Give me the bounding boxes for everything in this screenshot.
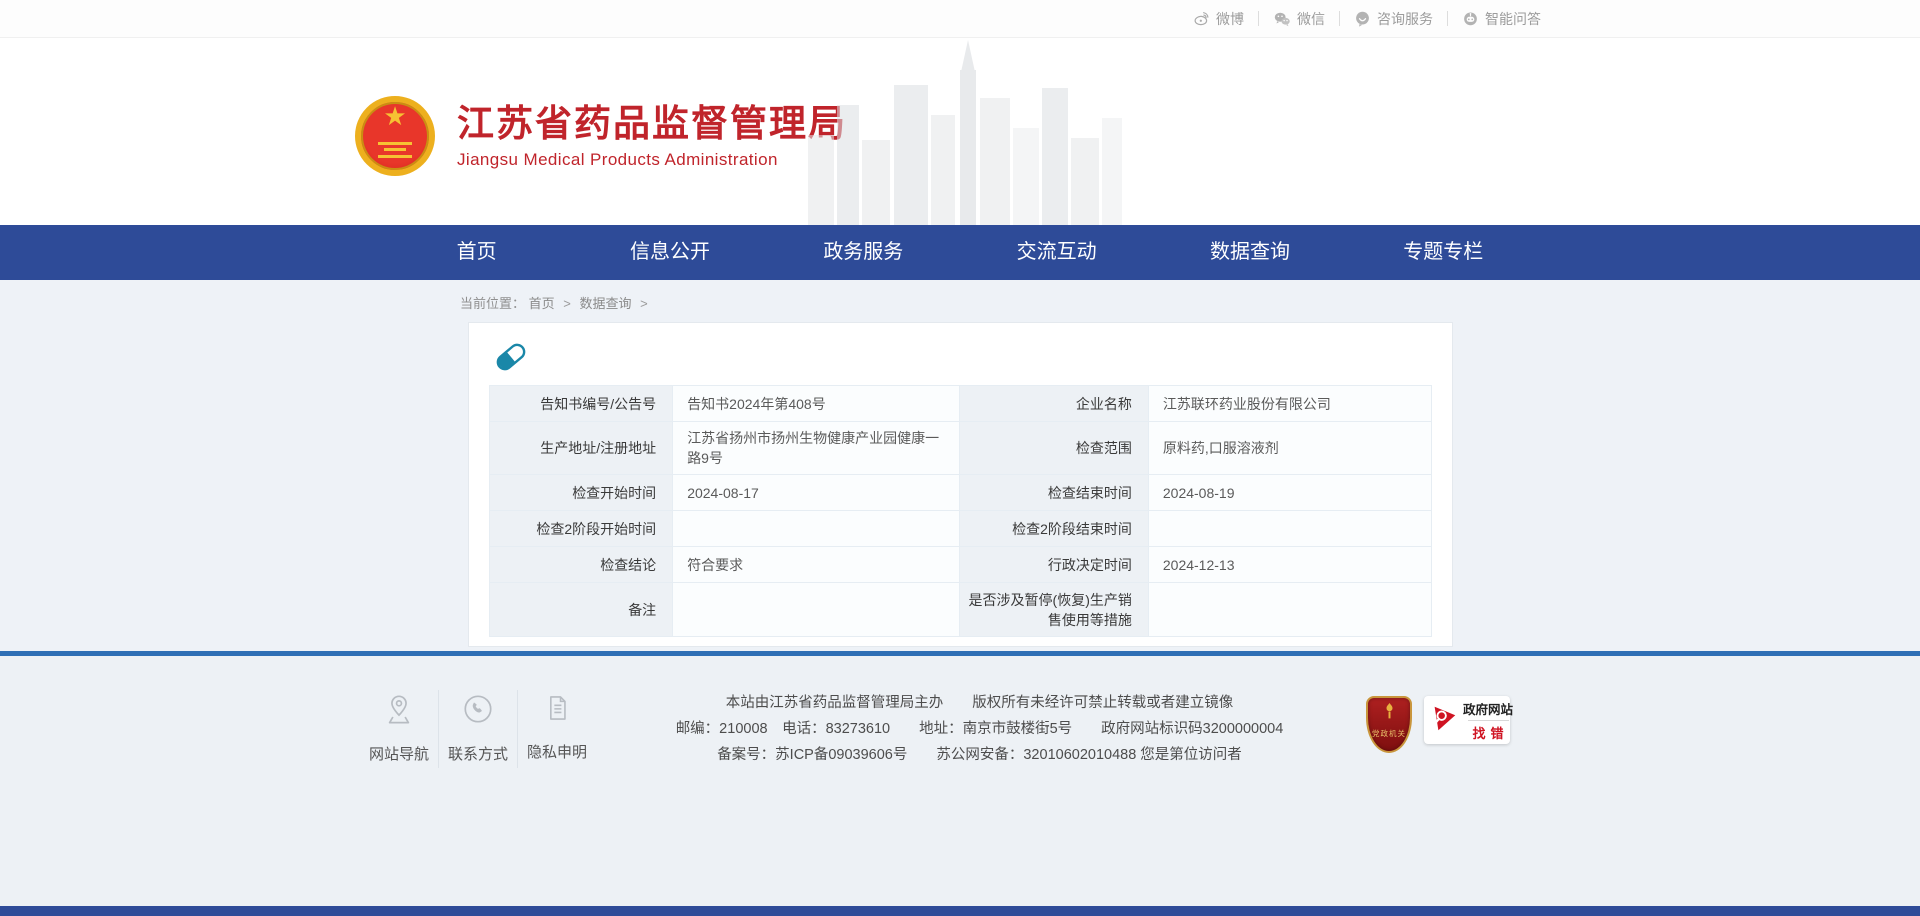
smart-qa-label: 智能问答: [1485, 9, 1541, 29]
field-label: 告知书编号/公告号: [489, 386, 673, 422]
wechat-icon: [1273, 10, 1291, 28]
field-label: 检查2阶段开始时间: [489, 511, 673, 547]
pill-capsule-icon: [493, 339, 1432, 375]
weibo-icon: [1193, 10, 1210, 27]
privacy-label: 隐私申明: [527, 741, 587, 762]
robot-icon: [1462, 10, 1479, 27]
footer-info: 本站由江苏省药品监督管理局主办 版权所有未经许可禁止转载或者建立镜像 邮编：21…: [593, 690, 1366, 768]
nav-item-data-query[interactable]: 数据查询: [1153, 225, 1346, 280]
field-label: 备注: [489, 583, 673, 637]
footer-line-contact: 邮编：210008 电话：83273610 地址：南京市鼓楼街5号 政府网站标识…: [623, 716, 1336, 742]
chat-bubble-icon: [1354, 10, 1371, 27]
field-value: 原料药,口服溶液剂: [1148, 422, 1431, 475]
consult-service-label: 咨询服务: [1377, 9, 1433, 29]
table-row: 备注 是否涉及暂停(恢复)生产销售使用等措施: [489, 583, 1431, 637]
contact-label: 联系方式: [448, 743, 508, 764]
wechat-link[interactable]: 微信: [1259, 9, 1339, 29]
national-emblem-icon: ★: [355, 96, 435, 176]
field-label: 生产地址/注册地址: [489, 422, 673, 475]
smart-qa-link[interactable]: 智能问答: [1448, 9, 1555, 29]
map-pin-icon: [383, 693, 415, 730]
breadcrumb-separator: >: [563, 296, 571, 311]
nav-item-gov-services[interactable]: 政务服务: [767, 225, 960, 280]
document-icon: [542, 693, 572, 728]
red-magnifier-icon: [1429, 703, 1459, 738]
divider: [517, 690, 518, 768]
breadcrumb-data-query-link[interactable]: 数据查询: [580, 296, 632, 311]
field-value: 2024-08-17: [673, 475, 960, 511]
table-row: 检查开始时间 2024-08-17 检查结束时间 2024-08-19: [489, 475, 1431, 511]
field-value: 江苏省扬州市扬州生物健康产业园健康一路9号: [673, 422, 960, 475]
city-skyline-graphic: [808, 40, 1128, 225]
nav-item-info-disclosure[interactable]: 信息公开: [573, 225, 766, 280]
field-value: 告知书2024年第408号: [673, 386, 960, 422]
table-row: 告知书编号/公告号 告知书2024年第408号 企业名称 江苏联环药业股份有限公…: [489, 386, 1431, 422]
footer-line-host-copyright: 本站由江苏省药品监督管理局主办 版权所有未经许可禁止转载或者建立镜像: [623, 690, 1336, 716]
site-title: 江苏省药品监督管理局: [457, 102, 847, 146]
footer-badges: 党政机关 政府网站 找错: [1366, 690, 1510, 768]
divider: [438, 690, 439, 768]
field-label: 检查开始时间: [489, 475, 673, 511]
breadcrumb: 当前位置： 首页 > 数据查询 >: [460, 280, 1460, 322]
field-value: 2024-12-13: [1148, 547, 1431, 583]
nav-item-special-topics[interactable]: 专题专栏: [1347, 225, 1540, 280]
field-value: [673, 511, 960, 547]
field-value: [673, 583, 960, 637]
site-subtitle: Jiangsu Medical Products Administration: [457, 150, 847, 170]
nav-item-interaction[interactable]: 交流互动: [960, 225, 1153, 280]
bottom-blue-strip: [0, 906, 1920, 916]
main-nav: 首页 信息公开 政务服务 交流互动 数据查询 专题专栏: [0, 225, 1920, 280]
inspection-record-table: 告知书编号/公告号 告知书2024年第408号 企业名称 江苏联环药业股份有限公…: [489, 385, 1432, 637]
record-panel: 告知书编号/公告号 告知书2024年第408号 企业名称 江苏联环药业股份有限公…: [468, 322, 1453, 647]
gov-site-error-report-badge[interactable]: 政府网站 找错: [1424, 696, 1510, 744]
content-area: 当前位置： 首页 > 数据查询 > 告知书编号/公告号 告知书2024年第40: [0, 280, 1920, 651]
breadcrumb-home-link[interactable]: 首页: [529, 296, 555, 311]
site-logo[interactable]: ★ 江苏省药品监督管理局 Jiangsu Medical Products Ad…: [355, 96, 847, 176]
page: 微博 微信 咨询服务 智能问答: [0, 0, 1920, 916]
table-row: 检查结论 符合要求 行政决定时间 2024-12-13: [489, 547, 1431, 583]
contact-link[interactable]: 联系方式: [442, 690, 514, 768]
field-label: 是否涉及暂停(恢复)生产销售使用等措施: [960, 583, 1148, 637]
phone-icon: [462, 693, 494, 730]
consult-service-link[interactable]: 咨询服务: [1340, 9, 1447, 29]
field-value: 符合要求: [673, 547, 960, 583]
field-value: 2024-08-19: [1148, 475, 1431, 511]
site-header: ★ 江苏省药品监督管理局 Jiangsu Medical Products Ad…: [0, 38, 1920, 225]
table-row: 生产地址/注册地址 江苏省扬州市扬州生物健康产业园健康一路9号 检查范围 原料药…: [489, 422, 1431, 475]
top-utility-bar: 微博 微信 咨询服务 智能问答: [0, 0, 1920, 38]
field-label: 行政决定时间: [960, 547, 1148, 583]
footer-links: 网站导航 联系方式 隐私申明: [363, 690, 593, 768]
site-map-label: 网站导航: [369, 743, 429, 764]
field-value: [1148, 583, 1431, 637]
field-label: 企业名称: [960, 386, 1148, 422]
breadcrumb-separator: >: [640, 296, 648, 311]
field-label: 检查范围: [960, 422, 1148, 475]
footer-line-icp-visitor: 备案号：苏ICP备09039606号 苏公网安备：32010602010488 …: [623, 742, 1336, 768]
table-row: 检查2阶段开始时间 检查2阶段结束时间: [489, 511, 1431, 547]
field-label: 检查2阶段结束时间: [960, 511, 1148, 547]
wechat-label: 微信: [1297, 9, 1325, 29]
gov-badge-title: 政府网站: [1463, 699, 1513, 718]
field-value: 江苏联环药业股份有限公司: [1148, 386, 1431, 422]
weibo-link[interactable]: 微博: [1179, 9, 1258, 29]
privacy-link[interactable]: 隐私申明: [521, 690, 593, 768]
breadcrumb-prefix: 当前位置：: [460, 296, 525, 311]
nav-item-home[interactable]: 首页: [380, 225, 573, 280]
site-footer: 网站导航 联系方式 隐私申明 本站由江苏省药品监: [0, 656, 1920, 906]
field-label: 检查结论: [489, 547, 673, 583]
field-value: [1148, 511, 1431, 547]
torch-emblem-icon: [1382, 702, 1397, 727]
site-map-link[interactable]: 网站导航: [363, 690, 435, 768]
weibo-label: 微博: [1216, 9, 1244, 29]
field-label: 检查结束时间: [960, 475, 1148, 511]
gov-badge-find-error: 找错: [1468, 720, 1509, 742]
party-gov-badge-label: 党政机关: [1372, 728, 1406, 739]
party-gov-badge[interactable]: 党政机关: [1366, 696, 1412, 753]
